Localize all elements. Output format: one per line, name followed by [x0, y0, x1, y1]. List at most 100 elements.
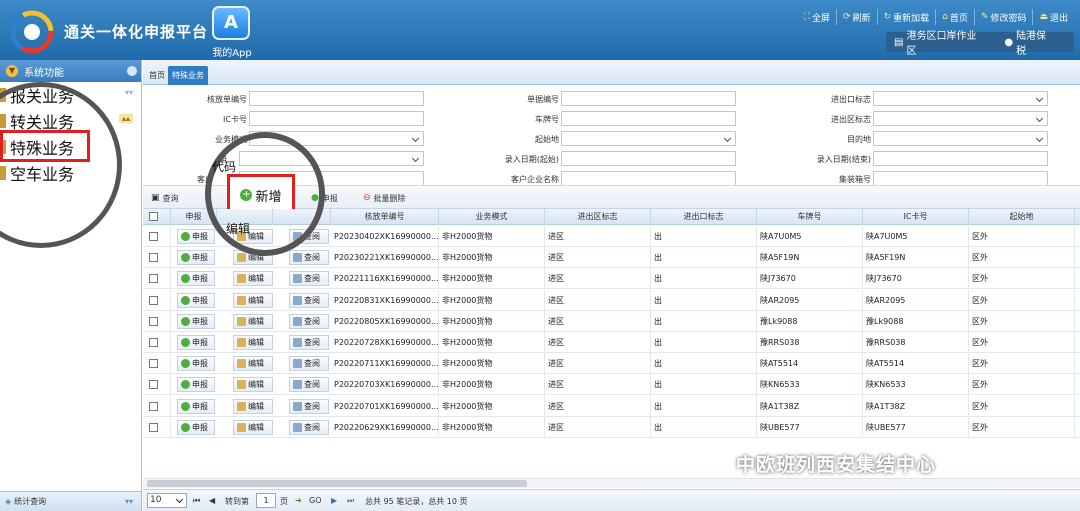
chevron-down-icon[interactable]: ▾▾: [125, 497, 133, 506]
scroll-thumb[interactable]: [147, 480, 527, 487]
sidebar-item-empty-truck[interactable]: 空车业务: [0, 160, 141, 186]
location-item[interactable]: ▤ 港务区口岸作业区: [894, 27, 986, 57]
collapse-toggle-icon[interactable]: [127, 66, 137, 76]
table-row[interactable]: 申报 编辑 查阅 P20230221XK16990000... 非H2000货物 进区出陕…: [143, 247, 1080, 269]
row-checkbox[interactable]: [149, 295, 158, 305]
row-view-button[interactable]: 查阅: [289, 398, 329, 414]
top-menu-home[interactable]: ⌂ 首页: [935, 9, 974, 25]
row-declare-button[interactable]: 申报: [177, 377, 215, 393]
tab-home[interactable]: 首页: [145, 66, 169, 85]
row-checkbox[interactable]: [149, 338, 158, 347]
top-menu-fullscreen[interactable]: ⛶ 全屏: [798, 9, 836, 25]
prev-page-icon[interactable]: ◀: [209, 496, 215, 505]
page-input[interactable]: 1: [256, 493, 276, 508]
row-declare-button[interactable]: 申报: [177, 398, 215, 414]
my-app-button[interactable]: A 我的App: [206, 4, 258, 59]
row-declare-button[interactable]: 申报: [177, 356, 215, 372]
row-declare-button[interactable]: 申报: [177, 229, 215, 244]
table-row[interactable]: 申报 编辑 查阅 P20220831XK16990000... 非H2000货物 进区出陕…: [143, 289, 1080, 311]
sidebar-footer[interactable]: ◈ 统计查询 ▾▾: [0, 491, 141, 511]
chevron-down-icon[interactable]: ▾▾: [125, 88, 133, 97]
row-declare-button[interactable]: 申报: [177, 313, 215, 329]
user-item[interactable]: ● 陆港保税: [1004, 27, 1056, 57]
column-header[interactable]: 申报: [171, 209, 217, 225]
row-edit-button[interactable]: 编辑: [233, 419, 273, 435]
row-edit-button[interactable]: 编辑: [233, 398, 273, 414]
row-checkbox[interactable]: [149, 380, 158, 390]
declare-button[interactable]: ● 申报: [307, 189, 342, 207]
declare-code-select[interactable]: [239, 151, 424, 166]
top-menu-change-password[interactable]: ✎ 修改密码: [973, 9, 1033, 25]
sidebar-item-transfer[interactable]: 转关业务 ▴▴: [0, 108, 141, 134]
row-edit-button[interactable]: 编辑: [233, 356, 273, 372]
next-page-icon[interactable]: ▶: [331, 496, 337, 505]
column-header[interactable]: 核放单编号: [331, 209, 439, 225]
row-view-button[interactable]: 查阅: [289, 292, 329, 308]
row-edit-button[interactable]: 编辑: [233, 250, 273, 266]
row-checkbox[interactable]: [149, 316, 158, 326]
release-no-input[interactable]: [249, 91, 424, 106]
column-header[interactable]: 业务模式: [439, 209, 545, 225]
table-row[interactable]: 申报 编辑 查阅 P20220728XK16990000... 非H2000货物 进区出豫…: [143, 332, 1080, 353]
row-view-button[interactable]: 查阅: [289, 356, 329, 372]
batch-delete-button[interactable]: ⊖ 批量删除: [359, 189, 410, 207]
row-edit-button[interactable]: 编辑: [233, 335, 273, 350]
row-checkbox[interactable]: [149, 253, 158, 263]
entry-date-end-input[interactable]: [873, 151, 1048, 166]
column-header[interactable]: 起始地: [969, 209, 1075, 225]
ic-card-input[interactable]: [249, 111, 424, 126]
first-page-icon[interactable]: ⏮: [193, 496, 200, 506]
chevron-up-icon[interactable]: ▴▴: [118, 114, 133, 123]
last-page-icon[interactable]: ⏭: [347, 496, 354, 506]
table-row[interactable]: 申报 编辑 查阅 P20220701XK16990000... 非H2000货物 进区出陕…: [143, 395, 1080, 417]
row-checkbox[interactable]: [149, 274, 158, 284]
row-declare-button[interactable]: 申报: [177, 250, 215, 266]
origin-select[interactable]: [561, 131, 736, 146]
sidebar-item-customs[interactable]: 报关业务 ▾▾: [0, 82, 141, 108]
column-header[interactable]: 车牌号: [757, 209, 863, 225]
row-edit-button[interactable]: 编辑: [233, 377, 273, 393]
row-checkbox[interactable]: [149, 401, 158, 411]
row-view-button[interactable]: 查阅: [289, 313, 329, 329]
row-declare-button[interactable]: 申报: [177, 292, 215, 308]
entry-date-start-input[interactable]: [561, 151, 736, 166]
column-header[interactable]: 进出口标志: [651, 209, 757, 225]
plate-no-input[interactable]: [561, 111, 736, 126]
row-checkbox[interactable]: [149, 359, 158, 369]
query-button[interactable]: ▣ 查询: [147, 189, 183, 207]
tab-special[interactable]: 特殊业务: [168, 66, 208, 85]
row-edit-button[interactable]: 编辑: [233, 292, 273, 308]
row-declare-button[interactable]: 申报: [177, 271, 215, 287]
container-no-input[interactable]: [873, 171, 1048, 186]
sidebar-item-special[interactable]: 特殊业务: [0, 134, 141, 160]
select-all-checkbox[interactable]: [149, 212, 158, 221]
table-row[interactable]: 申报 编辑 查阅 P20220805XK16990000... 非H2000货物 进区出豫…: [143, 310, 1080, 332]
row-checkbox[interactable]: [149, 422, 158, 432]
table-row[interactable]: 申报 编辑 查阅 P20220703XK16990000... 非H2000货物 进区出陕…: [143, 374, 1080, 396]
column-header[interactable]: [273, 209, 331, 225]
row-declare-button[interactable]: 申报: [177, 335, 215, 350]
row-edit-button[interactable]: 编辑: [233, 313, 273, 329]
go-icon[interactable]: ➜: [295, 496, 302, 505]
zone-io-select[interactable]: [873, 111, 1048, 126]
row-edit-button[interactable]: 编辑: [233, 271, 273, 287]
table-row[interactable]: 申报 编辑 查阅 P20230402XK16990000... 非H2000货物 进区出陕…: [143, 226, 1080, 247]
row-view-button[interactable]: 查阅: [289, 377, 329, 393]
import-export-select[interactable]: [873, 91, 1048, 106]
horizontal-scrollbar[interactable]: [143, 478, 1080, 488]
row-view-button[interactable]: 查阅: [289, 229, 329, 244]
row-checkbox[interactable]: [149, 232, 158, 241]
page-size-select[interactable]: 10: [147, 493, 187, 508]
row-declare-button[interactable]: 申报: [177, 419, 215, 435]
top-menu-exit[interactable]: ⏏ 退出: [1032, 9, 1074, 25]
row-view-button[interactable]: 查阅: [289, 250, 329, 266]
row-view-button[interactable]: 查阅: [289, 419, 329, 435]
business-mode-select[interactable]: [249, 131, 424, 146]
destination-select[interactable]: [873, 131, 1048, 146]
document-no-input[interactable]: [561, 91, 736, 106]
column-header[interactable]: 进出区标志: [545, 209, 651, 225]
top-menu-reload[interactable]: ↻ 重新加载: [876, 9, 936, 25]
top-menu-refresh[interactable]: ⟳ 刷新: [836, 9, 877, 25]
column-header[interactable]: IC卡号: [863, 209, 969, 225]
row-view-button[interactable]: 查阅: [289, 335, 329, 350]
